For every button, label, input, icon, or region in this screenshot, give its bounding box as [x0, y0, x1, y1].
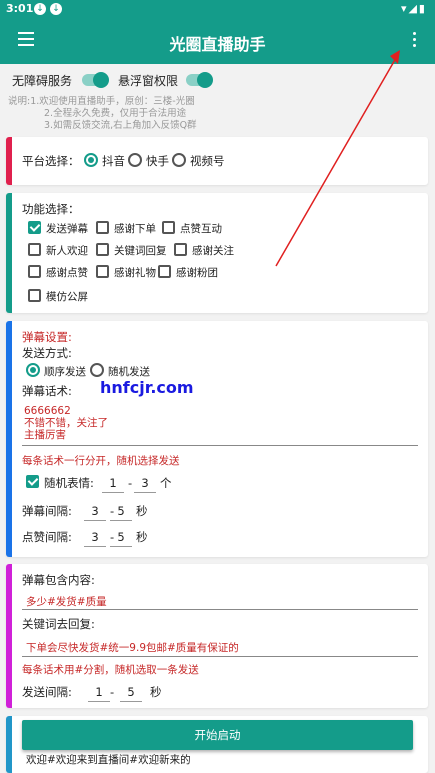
annotation-arrow-icon: [275, 50, 400, 267]
